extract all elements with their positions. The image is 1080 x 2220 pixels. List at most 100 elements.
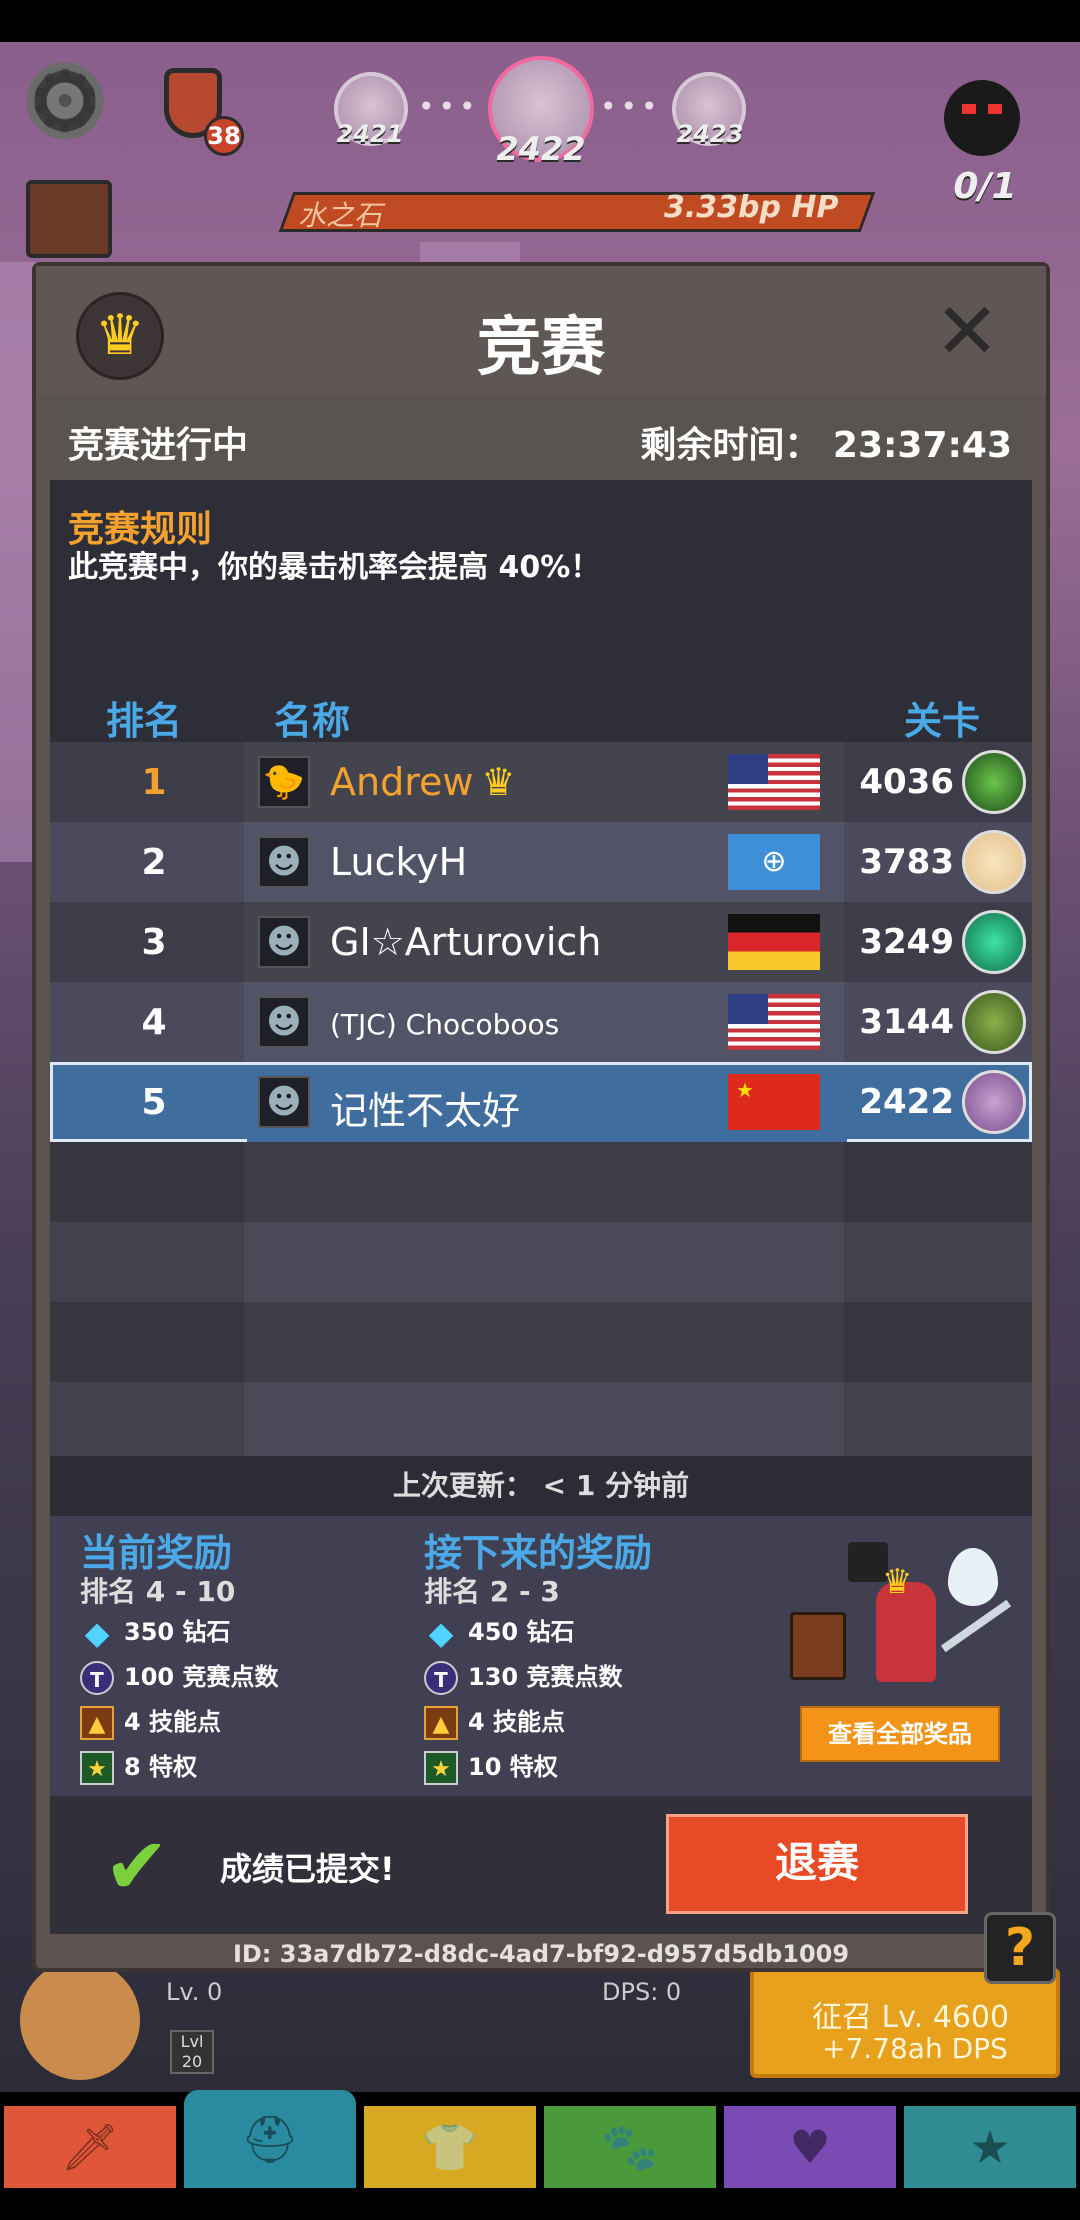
summon-dps: +7.78ah DPS (822, 2032, 1008, 2065)
perk-star-icon: ★ (80, 1751, 114, 1785)
bottom-tabs: 🗡 ⛑ 👕 🐾 ♥ ★ (0, 2090, 1080, 2190)
goblin-icon: ☻ (258, 996, 310, 1048)
col-name-header: 名称 (274, 699, 351, 743)
player-name: 记性不太好 (330, 1089, 521, 1133)
summon-level: 征召 Lv. 4600 (812, 2000, 1010, 2035)
empty-row (50, 1142, 1032, 1222)
tab-guild-icon[interactable]: ♥ (724, 2106, 896, 2188)
enemy-hp: 3.33bp HP (664, 190, 839, 225)
hero-dps: DPS: 0 (602, 1978, 682, 2006)
hero-level: Lv. 0 (166, 1978, 223, 2006)
reward-item: ◆ 450 钻石 (424, 1614, 575, 1652)
next-reward-title: 接下来的奖励 (424, 1531, 653, 1575)
perk-star-icon: ★ (424, 1751, 458, 1785)
empty-row (50, 1222, 1032, 1302)
help-button[interactable]: ? (984, 1912, 1056, 1984)
player-name: Andrew ♛ (330, 760, 516, 804)
summon-button[interactable]: 征召 Lv. 4600 +7.78ah DPS (750, 1968, 1060, 2078)
reward-item: ◆ 350 钻石 (80, 1614, 231, 1652)
table-row[interactable]: 1 🐤 Andrew ♛ 4036 (50, 742, 1032, 822)
checkmark-icon: ✔ (104, 1822, 170, 1912)
tab-pet-icon[interactable]: 🐾 (544, 2106, 716, 2188)
modal-header: ♛ 竞赛 ✕ (36, 266, 1046, 394)
enemy-name: 水之石 (298, 199, 383, 232)
stage-dots: ••• (418, 90, 480, 123)
table-row[interactable]: 3 ☻ GI☆Arturovich 3249 (50, 902, 1032, 982)
skill-point-icon: ▲ (424, 1706, 458, 1740)
flag-cn-icon: ★ (728, 1074, 820, 1130)
goblin-icon: ☻ (258, 916, 310, 968)
stage-next-label: 2423 (676, 120, 744, 148)
boss-demon-icon[interactable] (944, 80, 1020, 156)
current-reward-range: 排名 4 - 10 (80, 1575, 236, 1608)
stage-score: 3783 (859, 842, 954, 882)
tournament-point-icon: T (424, 1661, 458, 1695)
rewards-panel: 当前奖励 排名 4 - 10 ◆ 350 钻石 T 100 竞赛点数 ▲ 4 技能点 … (50, 1516, 1032, 1796)
chick-icon: 🐤 (258, 756, 310, 808)
current-reward-title: 当前奖励 (80, 1531, 233, 1575)
stage-thumbnail (962, 1070, 1026, 1134)
flag-us-icon (728, 994, 820, 1050)
stage-thumbnail (962, 750, 1026, 814)
reward-item: T 130 竞赛点数 (424, 1659, 622, 1695)
boss-progress: 0/1 (953, 166, 1017, 207)
table-row[interactable]: 2 ☻ LuckyH ⊕ 3783 (50, 822, 1032, 902)
stage-score: 4036 (859, 762, 954, 802)
tournament-status: 竞赛进行中 (68, 425, 249, 466)
rank-cell: 5 (141, 1082, 167, 1123)
stage-score: 3144 (859, 1002, 954, 1042)
equipment-shield-icon[interactable]: 38 (150, 60, 244, 156)
player-name: GI☆Arturovich (330, 920, 602, 964)
tournament-status-row: 竞赛进行中 剩余时间： 23:37:43 (50, 394, 1032, 480)
view-all-rewards-button[interactable]: 查看全部奖品 (800, 1706, 1000, 1762)
settings-gear-icon[interactable] (22, 52, 108, 152)
flag-globe-icon: ⊕ (728, 834, 820, 890)
rank-cell: 1 (141, 762, 167, 803)
reward-item: ▲ 4 技能点 (424, 1704, 565, 1740)
flag-us-icon (728, 754, 820, 810)
reward-item: ▲ 4 技能点 (80, 1704, 221, 1740)
modal-body: 竞赛进行中 剩余时间： 23:37:43 竞赛规则 此竞赛中，你的暴击机率会提高… (50, 394, 1032, 1934)
reward-item: T 100 竞赛点数 (80, 1659, 278, 1695)
submitted-text: 成绩已提交! (220, 1850, 395, 1888)
tab-armor-icon[interactable]: 👕 (364, 2106, 536, 2188)
system-nav-bar (0, 2190, 1080, 2220)
reward-item: ★ 8 特权 (80, 1749, 197, 1785)
rules-text: 此竞赛中，你的暴击机率会提高 40%！ (68, 550, 601, 585)
tournament-modal: ♛ 竞赛 ✕ 竞赛进行中 剩余时间： 23:37:43 竞赛规则 此竞赛中，你的… (32, 262, 1050, 1972)
col-stage-header: 关卡 (904, 699, 981, 743)
hero-avatar[interactable] (20, 1960, 140, 2080)
col-rank-header: 排名 (106, 699, 183, 743)
tab-star-icon[interactable]: ★ (904, 2106, 1076, 2188)
skill-point-icon: ▲ (80, 1706, 114, 1740)
flag-de-icon (728, 914, 820, 970)
shop-icon[interactable] (26, 180, 112, 258)
stage-thumbnail (962, 990, 1026, 1054)
stage-dots: ••• (600, 90, 662, 123)
stage-score: 2422 (859, 1082, 954, 1122)
reward-item: ★ 10 特权 (424, 1749, 558, 1785)
empty-row (50, 1302, 1032, 1382)
close-icon[interactable]: ✕ (932, 293, 1002, 371)
diamond-icon: ◆ (84, 1614, 110, 1652)
leaderboard-table: 排名 名称 关卡 1 🐤 Andrew ♛ 4036 2 ☻ LuckyH ⊕ … (50, 660, 1032, 1462)
time-remaining: 剩余时间： 23:37:43 (640, 425, 1012, 466)
table-row-current-player[interactable]: 5 ☻ 记性不太好 ★ 2422 (50, 1062, 1032, 1145)
player-name: LuckyH (330, 840, 468, 884)
stage-score: 3249 (859, 922, 954, 962)
table-row[interactable]: 4 ☻ (TJC) Chocoboos 3144 (50, 982, 1032, 1062)
stage-current-label: 2422 (496, 130, 586, 168)
rank-cell: 2 (141, 842, 167, 883)
goblin-icon: ☻ (258, 1076, 310, 1128)
modal-title: 竞赛 (477, 311, 605, 385)
tab-helmet-icon[interactable]: ⛑ (184, 2090, 356, 2188)
goblin-icon: ☻ (258, 836, 310, 888)
diamond-icon: ◆ (428, 1614, 454, 1652)
tournament-id: ID: 33a7db72-d8dc-4ad7-bf92-d957d5db1009 (232, 1940, 850, 1968)
leader-crown-icon: ♛ (481, 760, 516, 804)
level-badge: 38 (204, 116, 244, 156)
quit-tournament-button[interactable]: 退赛 (666, 1814, 968, 1914)
tab-sword-icon[interactable]: 🗡 (4, 2106, 176, 2188)
stage-thumbnail (962, 830, 1026, 894)
submit-row: ✔ 成绩已提交! 退赛 (50, 1796, 1032, 1934)
